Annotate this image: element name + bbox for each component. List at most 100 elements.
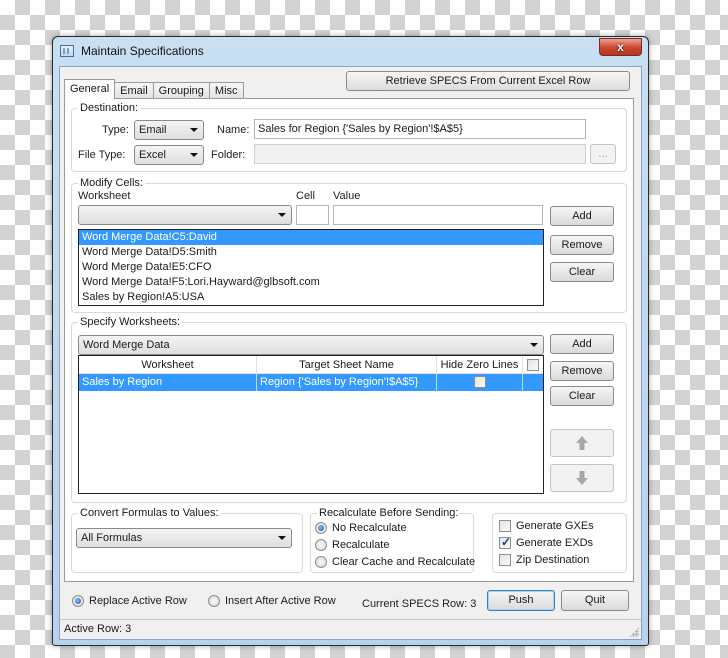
browse-folder-button[interactable]: ...: [590, 144, 616, 164]
push-button[interactable]: Push: [487, 590, 555, 611]
no-recalculate-radio[interactable]: [315, 522, 327, 534]
tab-general[interactable]: General: [64, 79, 116, 99]
recalculate-group-label: Recalculate Before Sending:: [317, 507, 461, 519]
active-row-status: Active Row: 3: [64, 623, 132, 635]
convert-formulas-value: All Formulas: [81, 532, 143, 544]
zip-destination-checkbox[interactable]: [499, 554, 511, 566]
table-row[interactable]: Sales by Region Region {'Sales by Region…: [79, 374, 543, 391]
row-worksheet[interactable]: Sales by Region: [79, 374, 257, 391]
column-header-hide-zero-lines[interactable]: Hide Zero Lines: [437, 356, 523, 373]
convert-formulas-group-label: Convert Formulas to Values:: [78, 507, 221, 519]
arrow-up-icon: [576, 436, 588, 450]
column-header-worksheet[interactable]: Worksheet: [79, 356, 257, 373]
generate-gxes-label: Generate GXEs: [516, 520, 594, 532]
move-down-button[interactable]: [550, 464, 614, 492]
no-recalculate-option[interactable]: No Recalculate: [315, 522, 407, 534]
type-label: Type:: [102, 124, 129, 136]
recalculate-label: Recalculate: [332, 539, 390, 551]
destination-group: Destination: Type: Email File Type: Exce…: [71, 102, 627, 172]
type-value: Email: [139, 124, 167, 136]
recalculate-radio[interactable]: [315, 539, 327, 551]
tab-grouping[interactable]: Grouping: [152, 82, 210, 99]
worksheet-select-dropdown[interactable]: Word Merge Data: [78, 335, 544, 355]
chevron-down-icon: [190, 153, 198, 157]
dialog-client: General Email Grouping Misc Retrieve SPE…: [59, 66, 642, 640]
tab-email[interactable]: Email: [114, 82, 154, 99]
hide-zero-lines-checkbox[interactable]: [473, 376, 486, 389]
modify-cells-group: Modify Cells: Worksheet Cell Value Word …: [71, 177, 627, 313]
close-button[interactable]: x: [599, 38, 642, 56]
replace-active-row-radio[interactable]: [72, 595, 84, 607]
arrow-down-icon: [576, 471, 588, 485]
type-dropdown[interactable]: Email: [134, 120, 204, 140]
worksheet-select-value: Word Merge Data: [83, 339, 170, 351]
list-item[interactable]: Word Merge Data!D5:Smith: [79, 245, 543, 260]
insert-after-active-row-label: Insert After Active Row: [225, 595, 336, 607]
worksheet-label: Worksheet: [78, 190, 131, 202]
modify-worksheet-dropdown[interactable]: [78, 205, 292, 225]
grid-header: Worksheet Target Sheet Name Hide Zero Li…: [79, 356, 543, 374]
list-item[interactable]: Word Merge Data!E5:CFO: [79, 260, 543, 275]
clear-cache-recalculate-radio[interactable]: [315, 556, 327, 568]
recalculate-option[interactable]: Recalculate: [315, 539, 389, 551]
row-target-sheet-name[interactable]: Region {'Sales by Region'!$A$5}: [257, 374, 437, 391]
name-label: Name:: [217, 124, 250, 136]
quit-button[interactable]: Quit: [561, 590, 629, 611]
clear-cache-recalculate-option[interactable]: Clear Cache and Recalculate: [315, 556, 475, 568]
replace-active-row-label: Replace Active Row: [89, 595, 187, 607]
no-recalculate-label: No Recalculate: [332, 522, 407, 534]
recalculate-group: Recalculate Before Sending: No Recalcula…: [310, 507, 475, 573]
generate-exds-label: Generate EXDs: [516, 537, 594, 549]
replace-active-row-option[interactable]: Replace Active Row: [72, 595, 187, 607]
tab-strip: General Email Grouping Misc: [64, 79, 244, 99]
generate-options-group: Generate GXEs Generate EXDs Zip Destinat…: [492, 513, 627, 573]
zip-destination-label: Zip Destination: [516, 554, 590, 566]
title-bar[interactable]: Maintain Specifications x: [53, 37, 648, 65]
add-cell-button[interactable]: Add: [550, 206, 614, 226]
row-hide-zero-lines-cell: [437, 374, 523, 391]
move-up-button[interactable]: [550, 429, 614, 457]
resize-grip-icon[interactable]: [629, 627, 639, 637]
column-header-target-sheet-name[interactable]: Target Sheet Name: [257, 356, 437, 373]
folder-input[interactable]: [254, 144, 586, 164]
select-all-checkbox[interactable]: [527, 358, 539, 371]
retrieve-specs-button[interactable]: Retrieve SPECS From Current Excel Row: [346, 71, 630, 91]
name-input[interactable]: Sales for Region {'Sales by Region'!$A$5…: [254, 119, 586, 139]
chevron-down-icon: [190, 128, 198, 132]
zip-destination-option[interactable]: Zip Destination: [499, 554, 589, 566]
generate-gxes-checkbox[interactable]: [499, 520, 511, 532]
specify-worksheets-group: Specify Worksheets: Word Merge Data Work…: [71, 316, 627, 503]
list-item[interactable]: Sales by Region!A5:USA: [79, 290, 543, 305]
file-type-dropdown[interactable]: Excel: [134, 145, 204, 165]
destination-group-label: Destination:: [78, 102, 141, 114]
remove-cell-button[interactable]: Remove: [550, 235, 614, 255]
maintain-specifications-window: Maintain Specifications x General Email …: [52, 36, 649, 646]
file-type-label: File Type:: [78, 149, 126, 161]
insert-after-active-row-radio[interactable]: [208, 595, 220, 607]
worksheets-grid[interactable]: Worksheet Target Sheet Name Hide Zero Li…: [78, 355, 544, 494]
clear-worksheets-button[interactable]: Clear: [550, 386, 614, 406]
remove-worksheet-button[interactable]: Remove: [550, 361, 614, 381]
clear-cells-button[interactable]: Clear: [550, 262, 614, 282]
clear-cache-recalculate-label: Clear Cache and Recalculate: [332, 556, 476, 568]
generate-exds-checkbox[interactable]: [499, 535, 511, 549]
tab-misc[interactable]: Misc: [208, 82, 244, 99]
chevron-down-icon: [278, 213, 286, 217]
value-input[interactable]: [333, 205, 543, 225]
row-spacer: [523, 374, 543, 391]
add-worksheet-button[interactable]: Add: [550, 334, 614, 354]
modify-cells-group-label: Modify Cells:: [78, 177, 145, 189]
convert-formulas-group: Convert Formulas to Values: All Formulas: [71, 507, 303, 573]
list-item[interactable]: Word Merge Data!F5:Lori.Hayward@glbsoft.…: [79, 275, 543, 290]
modified-cells-list[interactable]: Word Merge Data!C5:David Word Merge Data…: [78, 229, 544, 306]
list-item[interactable]: Word Merge Data!C5:David: [79, 230, 543, 245]
app-icon: [60, 45, 74, 57]
header-checkbox-cell: [523, 356, 543, 373]
generate-exds-option[interactable]: Generate EXDs: [499, 535, 594, 549]
convert-formulas-dropdown[interactable]: All Formulas: [76, 528, 292, 548]
folder-label: Folder:: [211, 149, 246, 161]
cell-label: Cell: [296, 190, 315, 202]
insert-after-active-row-option[interactable]: Insert After Active Row: [208, 595, 336, 607]
generate-gxes-option[interactable]: Generate GXEs: [499, 520, 594, 532]
cell-input[interactable]: [296, 205, 329, 225]
